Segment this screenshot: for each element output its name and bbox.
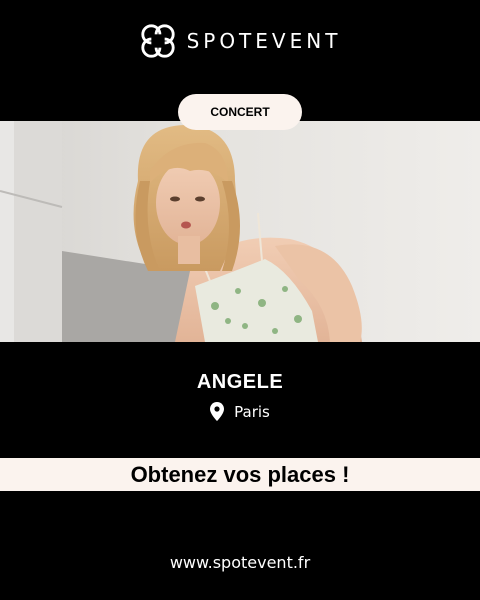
- category-badge: CONCERT: [178, 94, 302, 130]
- brand-logo: SPOTEVENT: [0, 22, 480, 60]
- get-tickets-label[interactable]: Obtenez vos places !: [131, 462, 350, 488]
- artist-portrait-illustration: [0, 121, 480, 342]
- event-location: Paris: [0, 402, 480, 421]
- artist-photo: [0, 121, 480, 342]
- event-city: Paris: [234, 402, 270, 421]
- brand-name: SPOTEVENT: [186, 29, 342, 53]
- get-tickets-banner[interactable]: Obtenez vos places !: [0, 458, 480, 491]
- artist-name: ANGELE: [196, 371, 284, 393]
- quatrefoil-logo-icon: [140, 24, 175, 58]
- map-pin-icon: [210, 402, 225, 421]
- website-url[interactable]: www.spotevent.fr: [0, 553, 480, 572]
